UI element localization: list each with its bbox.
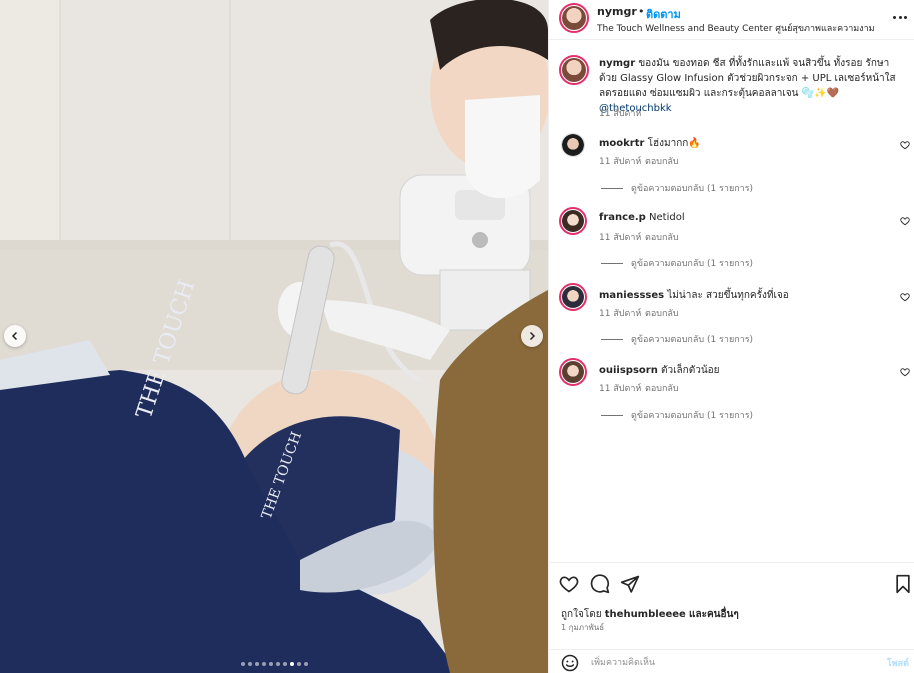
comment-username[interactable]: maniessses — [599, 290, 664, 301]
post-actions: ถูกใจโดย thehumbleeee และคนอื่นๆ 1 กุมภา… — [549, 562, 914, 673]
comment-icon[interactable] — [590, 574, 610, 594]
share-icon[interactable] — [620, 574, 640, 594]
view-replies-label: ดูข้อความตอบกลับ (1 รายการ) — [631, 184, 754, 194]
chevron-left-icon — [11, 331, 18, 341]
view-replies-button[interactable]: ดูข้อความตอบกลับ (1 รายการ) — [601, 332, 753, 346]
add-comment-bar: โพสต์ — [549, 649, 914, 673]
liked-by-others[interactable]: และคนอื่นๆ — [689, 609, 739, 620]
comment-body: france.p Netidol — [599, 212, 685, 223]
view-replies-button[interactable]: ดูข้อความตอบกลับ (1 รายการ) — [601, 181, 753, 195]
reply-button[interactable]: ตอบกลับ — [645, 381, 679, 395]
comment-body: maniessses ไม่น่าละ สวยขึ้นทุกครั้งที่เจ… — [599, 288, 789, 303]
header-separator: • — [638, 5, 645, 18]
liked-by-prefix: ถูกใจโดย — [561, 609, 602, 620]
carousel-dot — [289, 662, 294, 666]
comment-body: mookrtr โฮ่งมากก🔥 — [599, 136, 701, 151]
post-photo[interactable]: THE TOUCH THE TOUCH — [0, 0, 548, 673]
heart-icon[interactable] — [900, 292, 910, 302]
carousel-dot — [268, 662, 273, 666]
comment-text: โฮ่งมากก🔥 — [647, 138, 701, 149]
carousel-dot — [261, 662, 266, 666]
comment-text: ตัวเล็กตัวน้อย — [661, 365, 720, 376]
view-replies-label: ดูข้อความตอบกลับ (1 รายการ) — [631, 335, 754, 345]
reply-button[interactable]: ตอบกลับ — [645, 154, 679, 168]
bookmark-icon[interactable] — [893, 574, 913, 594]
reply-button[interactable]: ตอบกลับ — [645, 306, 679, 320]
carousel-dot — [282, 662, 287, 666]
comment-input[interactable] — [591, 655, 861, 671]
comment-body: ouiispsorn ตัวเล็กตัวน้อย — [599, 363, 720, 378]
carousel-dot — [303, 662, 308, 666]
comment-username[interactable]: ouiispsorn — [599, 365, 658, 376]
heart-icon[interactable] — [900, 367, 910, 377]
post-date[interactable]: 1 กุมภาพันธ์ — [561, 621, 604, 634]
next-slide-button[interactable] — [521, 325, 543, 347]
carousel-dot — [296, 662, 301, 666]
carousel-dot — [254, 662, 259, 666]
comment-avatar[interactable] — [559, 358, 587, 386]
caption-time[interactable]: 11 สัปดาห์ — [599, 106, 641, 120]
comment-avatar[interactable] — [559, 283, 587, 311]
comment-time[interactable]: 11 สัปดาห์ — [599, 230, 641, 244]
location-link[interactable]: The Touch Wellness and Beauty Center ศูน… — [597, 21, 875, 35]
comment-time[interactable]: 11 สัปดาห์ — [599, 154, 641, 168]
heart-icon[interactable] — [900, 140, 910, 150]
chevron-right-icon — [529, 331, 536, 341]
caption-avatar[interactable] — [559, 55, 589, 85]
post-comment-button[interactable]: โพสต์ — [887, 656, 909, 670]
carousel-dot — [240, 662, 245, 666]
comment-avatar[interactable] — [559, 207, 587, 235]
view-replies-label: ดูข้อความตอบกลับ (1 รายการ) — [631, 259, 754, 269]
treatment-photo: THE TOUCH THE TOUCH — [0, 0, 548, 673]
comment-time[interactable]: 11 สัปดาห์ — [599, 306, 641, 320]
comment-text: Netidol — [649, 212, 685, 223]
comment-username[interactable]: mookrtr — [599, 138, 644, 149]
emoji-icon[interactable] — [561, 654, 579, 672]
view-replies-button[interactable]: ดูข้อความตอบกลับ (1 รายการ) — [601, 256, 753, 270]
more-options-icon[interactable] — [893, 16, 907, 20]
carousel-dot — [247, 662, 252, 666]
heart-icon[interactable] — [900, 216, 910, 226]
comment-avatar[interactable] — [561, 133, 585, 157]
caption-text: ของมัน ของทอด ชีส ที่ทั้งรักและแพ้ จนสิว… — [599, 58, 896, 99]
comment-text: ไม่น่าละ สวยขึ้นทุกครั้งที่เจอ — [667, 290, 789, 301]
comment-time[interactable]: 11 สัปดาห์ — [599, 381, 641, 395]
view-replies-button[interactable]: ดูข้อความตอบกลับ (1 รายการ) — [601, 408, 753, 422]
carousel-indicator — [0, 662, 548, 666]
post-details-panel: nymgr • ติดตาม The Touch Wellness and Be… — [548, 0, 914, 673]
view-replies-label: ดูข้อความตอบกลับ (1 รายการ) — [631, 411, 754, 421]
comment-username[interactable]: france.p — [599, 212, 646, 223]
carousel-dot — [275, 662, 280, 666]
author-username[interactable]: nymgr — [597, 5, 637, 18]
likes-summary: ถูกใจโดย thehumbleeee และคนอื่นๆ — [561, 607, 739, 622]
reply-button[interactable]: ตอบกลับ — [645, 230, 679, 244]
post-caption: nymgr ของมัน ของทอด ชีส ที่ทั้งรักและแพ้… — [599, 56, 899, 116]
post-header: nymgr • ติดตาม The Touch Wellness and Be… — [549, 0, 914, 40]
previous-slide-button[interactable] — [4, 325, 26, 347]
liked-by-user[interactable]: thehumbleeee — [605, 609, 686, 620]
author-avatar[interactable] — [559, 3, 589, 33]
heart-icon[interactable] — [559, 574, 579, 594]
caption-username[interactable]: nymgr — [599, 58, 635, 69]
